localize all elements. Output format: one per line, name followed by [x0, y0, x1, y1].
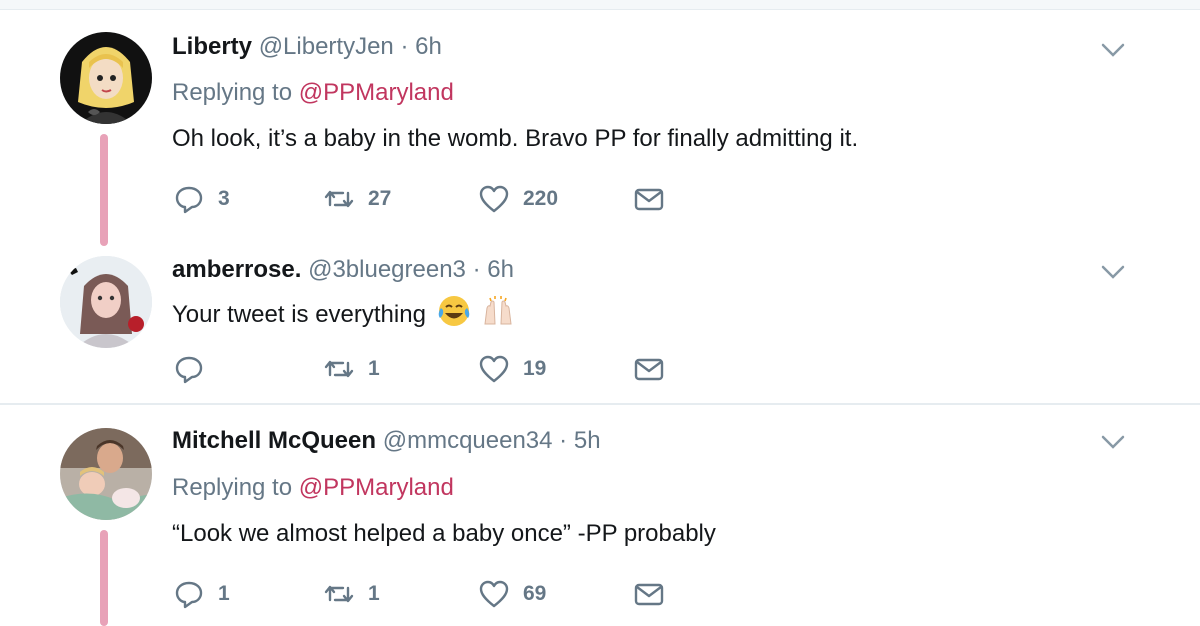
- top-border: [0, 0, 1200, 10]
- more-options-chevron-icon[interactable]: [1100, 40, 1126, 60]
- replying-to-line: Replying to @PPMaryland: [172, 78, 454, 108]
- mention-link[interactable]: @PPMaryland: [299, 474, 454, 501]
- tweet-header: amberrose. @3bluegreen3 · 6h: [172, 255, 514, 285]
- tweet-actions: 1 19: [172, 351, 692, 387]
- timestamp[interactable]: 5h: [574, 427, 601, 454]
- timestamp[interactable]: 6h: [487, 256, 514, 283]
- reply-icon: [175, 581, 203, 609]
- envelope-icon: [634, 358, 664, 381]
- reply-button[interactable]: 3: [172, 181, 230, 217]
- thread-line: [100, 134, 108, 246]
- reply-icon: [175, 356, 203, 384]
- replying-to-label: Replying to: [172, 474, 299, 501]
- like-button[interactable]: 69: [477, 576, 546, 612]
- replying-to-line: Replying to @PPMaryland: [172, 473, 454, 503]
- retweet-button[interactable]: 1: [322, 576, 380, 612]
- tweet-actions: 1 1 69: [172, 576, 692, 612]
- like-count: 69: [523, 582, 547, 605]
- reply-button[interactable]: [172, 351, 218, 387]
- retweet-count: 1: [368, 582, 380, 605]
- like-count: 19: [523, 357, 547, 380]
- tweet-divider: [0, 403, 1200, 405]
- user-handle[interactable]: @mmcqueen34: [383, 427, 553, 454]
- more-options-chevron-icon[interactable]: [1100, 432, 1126, 452]
- replying-to-label: Replying to: [172, 79, 299, 106]
- raising-hands-emoji-icon: [481, 294, 515, 328]
- separator-dot: ·: [559, 427, 568, 454]
- reply-count: 1: [218, 582, 230, 605]
- envelope-icon: [634, 188, 664, 211]
- mention-link[interactable]: @PPMaryland: [299, 79, 454, 106]
- separator-dot: ·: [472, 256, 481, 283]
- direct-message-button[interactable]: [632, 351, 666, 387]
- tweet-text: “Look we almost helped a baby once” -PP …: [172, 520, 716, 547]
- separator-dot: ·: [400, 33, 409, 60]
- tweet-header: Liberty @LibertyJen · 6h: [172, 32, 442, 62]
- user-handle[interactable]: @3bluegreen3: [308, 256, 466, 283]
- retweet-button[interactable]: 1: [322, 351, 380, 387]
- heart-icon: [479, 185, 509, 213]
- avatar[interactable]: [60, 428, 152, 520]
- envelope-icon: [634, 583, 664, 606]
- display-name[interactable]: amberrose.: [172, 256, 301, 283]
- tweet-text-line: Your tweet is everything: [172, 294, 515, 330]
- photo-avatar-icon: [60, 256, 152, 348]
- more-options-chevron-icon[interactable]: [1100, 262, 1126, 282]
- retweet-icon: [324, 585, 354, 603]
- heart-icon: [479, 355, 509, 383]
- display-name[interactable]: Mitchell McQueen: [172, 427, 376, 454]
- tweet-actions: 3 27 220: [172, 181, 692, 217]
- face-with-tears-of-joy-emoji-icon: [437, 294, 471, 328]
- retweet-button[interactable]: 27: [322, 181, 391, 217]
- retweet-icon: [324, 190, 354, 208]
- reply-icon: [175, 186, 203, 214]
- tweet-text: Oh look, it’s a baby in the womb. Bravo …: [172, 125, 859, 152]
- retweet-count: 1: [368, 357, 380, 380]
- like-button[interactable]: 220: [477, 181, 558, 217]
- tweet-header: Mitchell McQueen @mmcqueen34 · 5h: [172, 426, 601, 456]
- like-button[interactable]: 19: [477, 351, 546, 387]
- user-handle[interactable]: @LibertyJen: [259, 33, 394, 60]
- thread-line: [100, 530, 108, 626]
- photo-avatar-icon: [60, 428, 152, 520]
- tweet-text: Your tweet is everything: [172, 301, 426, 328]
- cartoon-girl-avatar-icon: [60, 32, 152, 124]
- reply-button[interactable]: 1: [172, 576, 230, 612]
- avatar[interactable]: [60, 256, 152, 348]
- direct-message-button[interactable]: [632, 576, 666, 612]
- display-name[interactable]: Liberty: [172, 33, 252, 60]
- like-count: 220: [523, 187, 559, 210]
- avatar[interactable]: [60, 32, 152, 124]
- direct-message-button[interactable]: [632, 181, 666, 217]
- reply-count: 3: [218, 187, 230, 210]
- retweet-icon: [324, 360, 354, 378]
- heart-icon: [479, 580, 509, 608]
- retweet-count: 27: [368, 187, 392, 210]
- timestamp[interactable]: 6h: [415, 33, 442, 60]
